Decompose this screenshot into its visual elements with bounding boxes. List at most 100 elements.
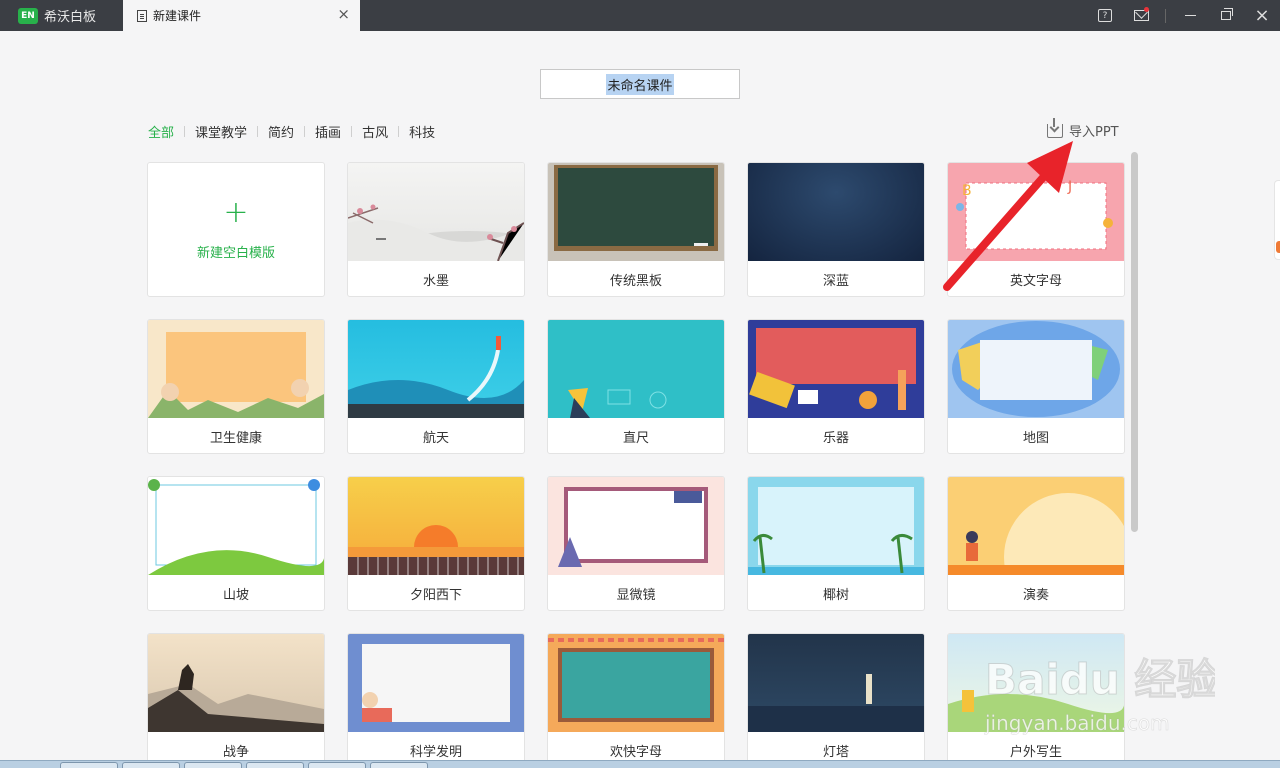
template-label: 演奏 bbox=[1022, 587, 1049, 603]
tab-all[interactable]: 全部 bbox=[148, 122, 174, 141]
svg-text:B: B bbox=[962, 183, 972, 199]
divider bbox=[1165, 8, 1166, 23]
restore-icon bbox=[1221, 8, 1233, 20]
tab-tech[interactable]: 科技 bbox=[409, 122, 435, 141]
template-thumbnail bbox=[748, 163, 924, 261]
divider bbox=[304, 126, 306, 137]
help-icon: ? bbox=[1098, 9, 1112, 22]
svg-text:J: J bbox=[1067, 179, 1072, 195]
template-thumbnail bbox=[348, 477, 524, 575]
template-thumbnail bbox=[548, 320, 724, 418]
document-icon bbox=[137, 9, 147, 22]
template-label: 山坡 bbox=[222, 587, 249, 603]
courseware-name-input[interactable]: 未命名课件 bbox=[540, 69, 740, 99]
taskbar-item[interactable] bbox=[184, 762, 242, 768]
template-thumbnail bbox=[748, 477, 924, 575]
template-card[interactable]: 深蓝 bbox=[747, 162, 925, 297]
template-thumbnail bbox=[148, 634, 324, 732]
app-tab[interactable]: EN 希沃白板 bbox=[0, 0, 120, 31]
template-card[interactable]: 欢快字母 bbox=[547, 633, 725, 768]
restore-button[interactable] bbox=[1208, 0, 1244, 31]
template-thumbnail bbox=[348, 634, 524, 732]
notification-dot bbox=[1144, 7, 1149, 12]
taskbar-item[interactable] bbox=[370, 762, 428, 768]
import-ppt-button[interactable]: 导入PPT bbox=[1047, 117, 1119, 140]
template-card[interactable]: 科学发明 bbox=[347, 633, 525, 768]
template-card[interactable]: 乐器 bbox=[747, 319, 925, 454]
template-thumbnail bbox=[948, 320, 1124, 418]
template-card[interactable]: 卫生健康 bbox=[147, 319, 325, 454]
template-card[interactable]: 航天 bbox=[347, 319, 525, 454]
import-label: 导入PPT bbox=[1069, 125, 1119, 140]
close-window-button[interactable]: × bbox=[1244, 0, 1280, 31]
side-panel-tab[interactable] bbox=[1274, 180, 1280, 260]
template-thumbnail bbox=[748, 320, 924, 418]
template-thumbnail bbox=[548, 634, 724, 732]
template-thumbnail bbox=[548, 163, 724, 261]
template-label: 航天 bbox=[422, 430, 449, 446]
tab-label: 新建课件 bbox=[153, 9, 202, 23]
template-label: 传统黑板 bbox=[609, 273, 662, 289]
divider bbox=[351, 126, 353, 137]
template-label: 深蓝 bbox=[822, 273, 849, 289]
tab-new-courseware[interactable]: 新建课件 × bbox=[123, 0, 360, 31]
tab-illustration[interactable]: 插画 bbox=[315, 122, 341, 141]
template-thumbnail bbox=[348, 320, 524, 418]
taskbar-item[interactable] bbox=[246, 762, 304, 768]
template-thumbnail bbox=[748, 634, 924, 732]
title-bar: EN 希沃白板 新建课件 × ? × bbox=[0, 0, 1280, 31]
template-card[interactable]: 水墨 bbox=[347, 162, 525, 297]
template-grid: + 新建空白模版 水墨 传统黑板 深蓝 BJ 英文字母 卫生健康 航天 直尺 乐… bbox=[147, 162, 1127, 768]
template-label: 直尺 bbox=[622, 430, 649, 446]
os-taskbar bbox=[0, 760, 1280, 768]
new-blank-template-button[interactable]: + 新建空白模版 bbox=[147, 162, 325, 297]
template-card[interactable]: 夕阳西下 bbox=[347, 476, 525, 611]
taskbar-item[interactable] bbox=[122, 762, 180, 768]
template-thumbnail bbox=[548, 477, 724, 575]
tab-ancient[interactable]: 古风 bbox=[362, 122, 388, 141]
template-thumbnail bbox=[348, 163, 524, 261]
close-icon: × bbox=[1254, 5, 1270, 26]
template-label: 卫生健康 bbox=[209, 430, 262, 446]
template-thumbnail bbox=[948, 477, 1124, 575]
template-label: 水墨 bbox=[422, 273, 449, 289]
courseware-name-value: 未命名课件 bbox=[606, 73, 674, 95]
template-label: 地图 bbox=[1022, 430, 1049, 446]
app-logo-icon: EN bbox=[18, 7, 38, 24]
template-label: 夕阳西下 bbox=[409, 587, 462, 603]
template-card[interactable]: 直尺 bbox=[547, 319, 725, 454]
template-card[interactable]: BJ 英文字母 bbox=[947, 162, 1125, 297]
template-thumbnail bbox=[148, 477, 324, 575]
template-label: 显微镜 bbox=[616, 587, 656, 603]
message-button[interactable] bbox=[1123, 0, 1159, 31]
template-card[interactable]: 灯塔 bbox=[747, 633, 925, 768]
plus-icon: + bbox=[223, 195, 249, 230]
new-template-label: 新建空白模版 bbox=[196, 246, 275, 261]
template-card[interactable]: 显微镜 bbox=[547, 476, 725, 611]
import-icon bbox=[1047, 117, 1063, 138]
category-tabs: 全部 课堂教学 简约 插画 古风 科技 bbox=[148, 122, 435, 141]
template-thumbnail bbox=[148, 320, 324, 418]
template-card[interactable]: 演奏 bbox=[947, 476, 1125, 611]
minimize-button[interactable] bbox=[1172, 0, 1208, 31]
template-card[interactable]: 传统黑板 bbox=[547, 162, 725, 297]
template-card[interactable]: 战争 bbox=[147, 633, 325, 768]
template-thumbnail bbox=[948, 634, 1124, 732]
scrollbar[interactable] bbox=[1131, 152, 1138, 532]
template-card[interactable]: 地图 bbox=[947, 319, 1125, 454]
tab-classroom[interactable]: 课堂教学 bbox=[195, 122, 247, 141]
template-card[interactable]: 山坡 bbox=[147, 476, 325, 611]
window-controls: ? × bbox=[1087, 0, 1280, 31]
divider bbox=[257, 126, 259, 137]
template-label: 乐器 bbox=[822, 430, 849, 446]
taskbar-item[interactable] bbox=[60, 762, 118, 768]
taskbar-item[interactable] bbox=[308, 762, 366, 768]
help-button[interactable]: ? bbox=[1087, 0, 1123, 31]
minimize-icon bbox=[1184, 15, 1196, 16]
template-card[interactable]: 户外写生 bbox=[947, 633, 1125, 768]
app-name: 希沃白板 bbox=[44, 10, 97, 25]
template-card[interactable]: 椰树 bbox=[747, 476, 925, 611]
tab-close-icon[interactable]: × bbox=[337, 7, 350, 22]
scrollbar-thumb[interactable] bbox=[1131, 152, 1138, 532]
tab-simple[interactable]: 简约 bbox=[268, 122, 294, 141]
